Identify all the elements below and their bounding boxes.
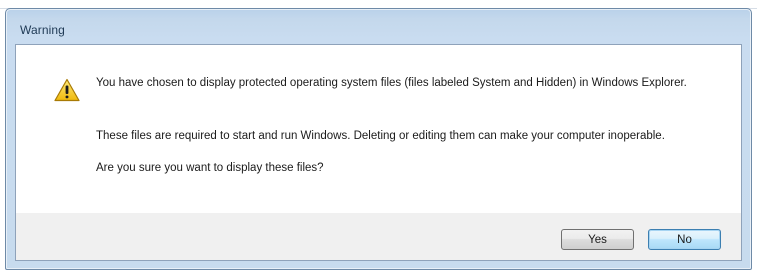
warning-dialog: Warning You have chosen to display prote… [5,8,752,270]
screen: Warning You have chosen to display prote… [0,0,757,273]
dialog-client-area: You have chosen to display protected ope… [15,44,742,261]
message-area: You have chosen to display protected ope… [16,45,741,213]
dialog-title: Warning [20,23,65,37]
message-confirm-question: Are you sure you want to display these f… [96,162,324,174]
message-required-files: These files are required to start and ru… [96,130,665,142]
yes-button[interactable]: Yes [561,229,634,250]
title-bar[interactable]: Warning [6,9,751,43]
no-button[interactable]: No [648,229,721,250]
message-protected-files: You have chosen to display protected ope… [96,77,687,89]
warning-icon [54,78,80,102]
